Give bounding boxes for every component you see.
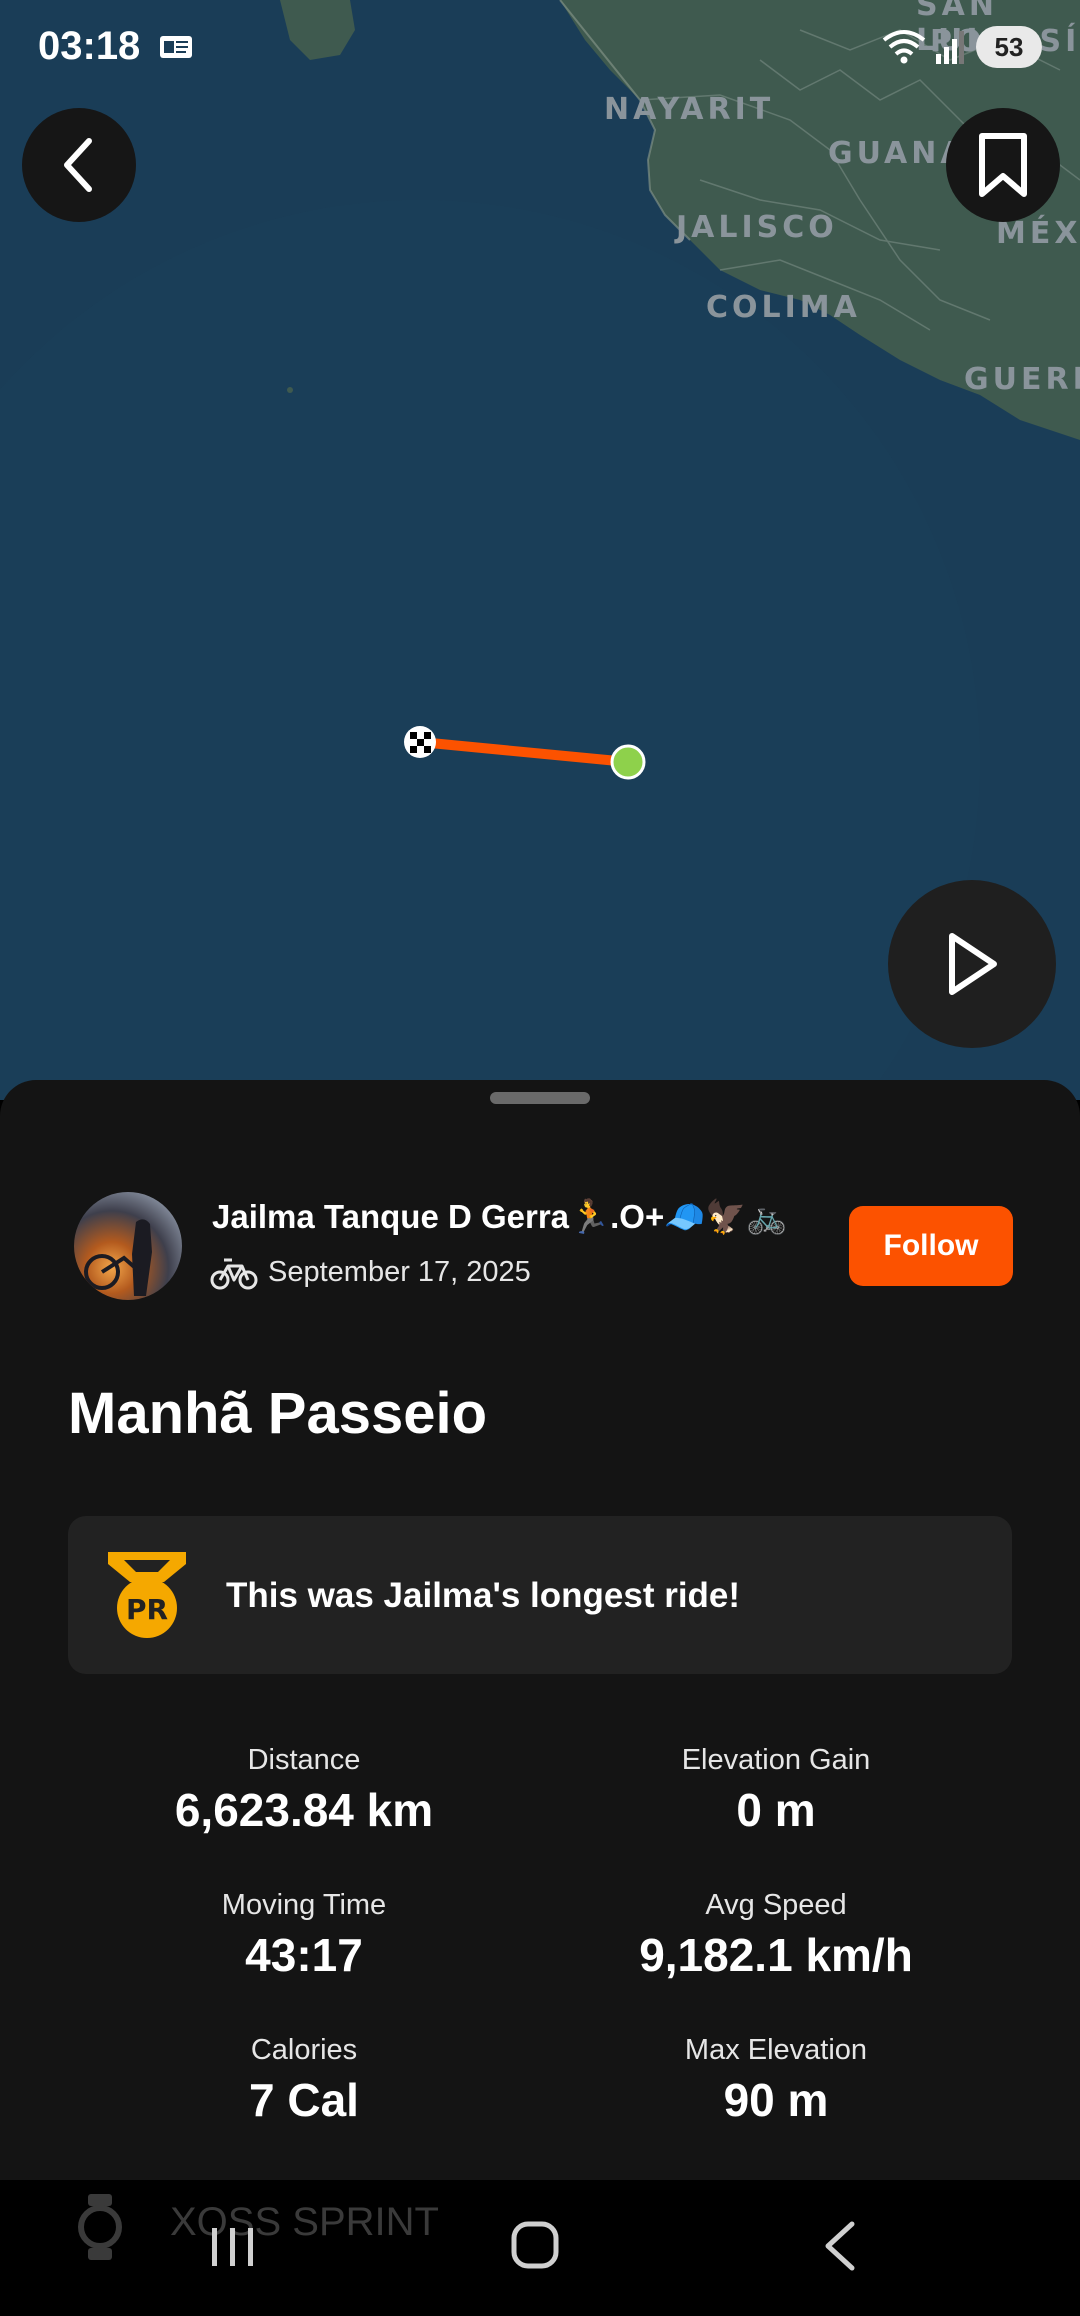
stat-label: Max Elevation <box>684 2034 868 2066</box>
bookmark-button[interactable] <box>946 108 1060 222</box>
home-icon[interactable] <box>510 2220 560 2270</box>
back-arrow-icon <box>64 138 92 192</box>
stat-distance: Distance 6,623.84 km <box>94 1744 514 1837</box>
back-button[interactable] <box>22 108 136 222</box>
stat-value: 6,623.84 km <box>174 1784 434 1836</box>
notification-icon <box>160 36 192 58</box>
stat-value: 9,182.1 km/h <box>639 1929 913 1981</box>
pr-achievement-card[interactable]: PR This was Jailma's longest ride! <box>68 1516 1012 1674</box>
map-label-colima: COLIMA <box>706 290 861 325</box>
pr-message: This was Jailma's longest ride! <box>226 1576 741 1615</box>
stat-value: 90 m <box>723 2074 829 2126</box>
status-time: 03:18 <box>38 24 141 68</box>
pr-badge-text: PR <box>126 1593 168 1626</box>
stat-label: Calories <box>250 2034 358 2066</box>
stat-label: Elevation Gain <box>681 1744 871 1776</box>
start-flag-marker <box>404 726 436 758</box>
stat-avg-speed: Avg Speed 9,182.1 km/h <box>566 1889 986 1982</box>
pr-medal-icon: PR <box>108 1552 186 1638</box>
sheet-drag-handle[interactable] <box>490 1092 590 1104</box>
bookmark-icon <box>979 133 1027 197</box>
status-bar: 03:18 53 <box>0 0 1080 95</box>
watch-icon <box>78 2194 122 2260</box>
map-label-nayarit: NAYARIT <box>604 92 775 127</box>
stat-calories: Calories 7 Cal <box>94 2034 514 2127</box>
end-marker <box>610 744 646 780</box>
stat-value: 7 Cal <box>249 2074 359 2126</box>
recents-icon[interactable] <box>208 2224 258 2270</box>
map-label-guerrero: GUERR <box>964 362 1080 397</box>
nav-back-icon[interactable] <box>820 2220 860 2272</box>
follow-button[interactable]: Follow <box>849 1206 1013 1286</box>
wifi-icon <box>882 30 926 64</box>
map-label-jalisco: JALISCO <box>676 210 838 245</box>
stat-moving-time: Moving Time 43:17 <box>94 1889 514 1982</box>
activity-title: Manhã Passeio <box>68 1381 488 1446</box>
battery-indicator: 53 <box>976 26 1042 68</box>
signal-icon <box>936 31 964 64</box>
play-icon <box>949 933 997 995</box>
athlete-name[interactable]: Jailma Tanque D Gerra🏃.O+🧢🦅🚲 <box>212 1198 788 1237</box>
stat-value: 0 m <box>736 1784 816 1836</box>
avatar[interactable] <box>74 1192 182 1300</box>
activity-date: September 17, 2025 <box>268 1256 531 1288</box>
navigation-bar: XOSS SPRINT <box>0 2180 1080 2316</box>
stat-label: Distance <box>247 1744 361 1776</box>
stat-elevation-gain: Elevation Gain 0 m <box>566 1744 986 1837</box>
stat-label: Avg Speed <box>705 1889 847 1921</box>
stat-value: 43:17 <box>245 1929 363 1981</box>
stat-label: Moving Time <box>221 1889 387 1921</box>
activity-sheet: Jailma Tanque D Gerra🏃.O+🧢🦅🚲 September 1… <box>0 1080 1080 2180</box>
play-flyover-button[interactable] <box>888 880 1056 1048</box>
stat-max-elevation: Max Elevation 90 m <box>566 2034 986 2127</box>
bike-icon <box>210 1258 258 1290</box>
